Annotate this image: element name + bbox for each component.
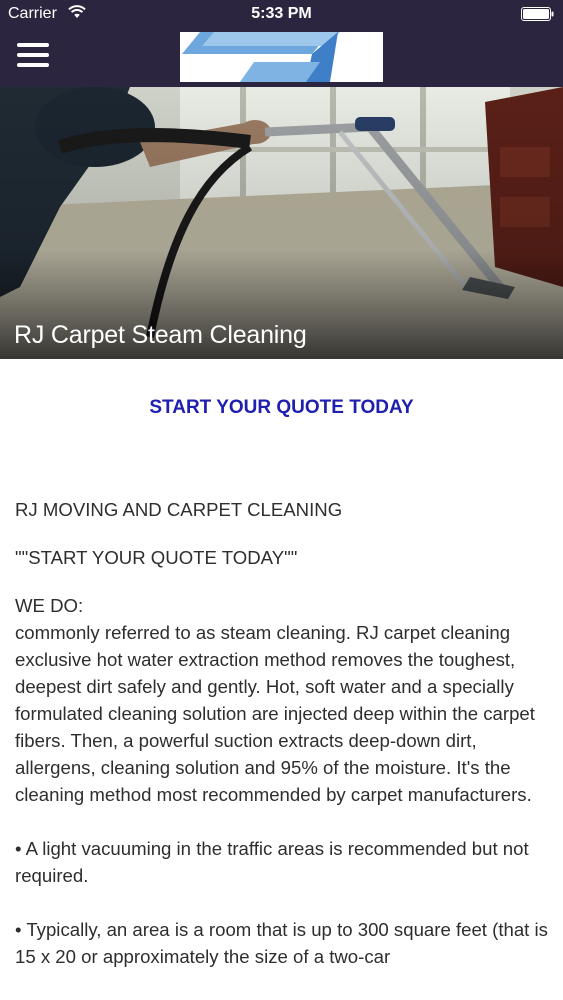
menu-line xyxy=(17,43,49,47)
logo-graphic xyxy=(182,32,340,82)
start-quote-link[interactable]: START YOUR QUOTE TODAY xyxy=(0,397,563,419)
quote-line: ""START YOUR QUOTE TODAY"" xyxy=(15,547,298,568)
top-header: Carrier 5:33 PM xyxy=(0,0,563,87)
hero-image xyxy=(0,87,563,359)
company-logo[interactable] xyxy=(180,32,383,82)
main-content: RJ MOVING AND CARPET CLEANING ""START YO… xyxy=(15,496,548,970)
clock: 5:33 PM xyxy=(251,5,312,22)
menu-line xyxy=(17,53,49,57)
list-item: • Typically, an area is a room that is u… xyxy=(15,919,548,967)
service-description: commonly referred to as steam cleaning. … xyxy=(15,622,535,805)
company-name: RJ MOVING AND CARPET CLEANING xyxy=(15,499,343,520)
status-bar: Carrier 5:33 PM xyxy=(0,0,563,28)
we-do-heading: WE DO: xyxy=(15,595,84,616)
list-item: • A light vacuuming in the traffic areas… xyxy=(15,838,529,886)
battery-icon xyxy=(521,7,554,21)
hero-banner: RJ Carpet Steam Cleaning xyxy=(0,87,563,359)
hero-title: RJ Carpet Steam Cleaning xyxy=(14,321,307,349)
menu-line xyxy=(17,63,49,67)
hamburger-menu-icon[interactable] xyxy=(17,43,49,69)
